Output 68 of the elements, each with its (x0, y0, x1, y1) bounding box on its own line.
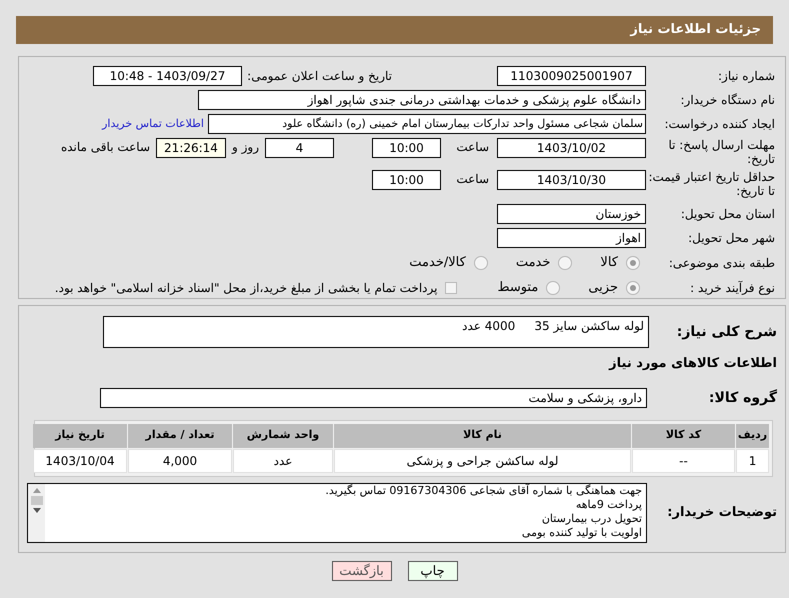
table-cell: 1403/10/04 (33, 448, 127, 472)
field-label: گروه کالا: (708, 390, 777, 404)
description-field: لوله ساکشن سایز 35 4000 عدد (103, 316, 649, 348)
radio-button[interactable] (546, 280, 560, 295)
radio-label: کالا/خدمت (409, 254, 466, 272)
scroll-down-icon[interactable] (32, 508, 40, 512)
column-header: ردیف (736, 424, 769, 448)
scrollbar[interactable] (28, 484, 45, 542)
table-cell: 4,000 (128, 448, 232, 472)
note-line: جهت هماهنگی با شماره آقای شجاعی 09167304306 تماس بگیرید. (324, 484, 642, 498)
table-cell: 1 (736, 448, 769, 472)
requester-field: سلمان شجاعی مسئول واحد تدارکات بیمارستان امام خمینی (ره) دانشگاه علود (208, 114, 646, 134)
radio-button[interactable] (626, 280, 640, 295)
radio-button[interactable] (474, 256, 488, 270)
table-cell: لوله ساکشن جراحی و پزشکی (334, 448, 631, 472)
field-label: ساعت باقی مانده (60, 140, 150, 154)
field-label: تاریخ و ساعت اعلان عمومی: (246, 69, 392, 83)
field-label: حداقل تاریخ اعتبار قیمت: تا تاریخ: (647, 170, 775, 198)
announce-date-field: 1403/09/27 - 10:48 (93, 66, 242, 86)
deadline-time-field: 10:00 (372, 138, 441, 158)
radio-label: کالا (600, 254, 618, 272)
checkbox-label: پرداخت تمام یا بخشی از مبلغ خرید،از محل "اسناد خزانه اسلامی" خواهد بود. (54, 280, 438, 297)
column-header: تعداد / مقدار (128, 424, 232, 448)
column-header: تاریخ نیاز (33, 424, 127, 448)
field-label: ایجاد کننده درخواست: (663, 117, 775, 131)
validity-date-field: 1403/10/30 (497, 170, 646, 190)
field-label: مهلت ارسال پاسخ: تا تاریخ: (667, 138, 775, 166)
radio-label: خدمت (516, 254, 550, 272)
note-line: تحویل درب بیمارستان (540, 512, 642, 526)
days-field: 4 (265, 138, 334, 158)
field-label: شماره نیاز: (717, 69, 775, 83)
radio-label: متوسط (497, 278, 538, 297)
deadline-date-field: 1403/10/02 (497, 138, 646, 158)
note-line: اولویت با تولید کننده بومی (520, 526, 642, 540)
scroll-thumb[interactable] (30, 496, 42, 504)
field-label: طبقه بندی موضوعی: (668, 256, 775, 270)
validity-time-field: 10:00 (372, 170, 441, 190)
table-cell: -- (632, 448, 735, 472)
radio-label: جزیی (588, 278, 618, 297)
buyer-org-field: دانشگاه علوم پزشکی و خدمات بهداشتی درمانی جندی شاپور اهواز (198, 90, 646, 110)
column-header: کد کالا (632, 424, 735, 448)
field-label: توضیحات خریدار: (666, 506, 777, 520)
field-label: روز و (232, 140, 259, 154)
field-label: نوع فرآیند خرید : (689, 280, 775, 295)
print-button[interactable]: چاپ (408, 561, 458, 581)
field-label: شرح کلی نیاز: (676, 325, 777, 339)
field-label: استان محل تحویل: (680, 207, 775, 222)
city-field: اهواز (497, 228, 646, 248)
column-header: واحد شمارش (233, 424, 333, 448)
need-number-field: 1103009025001907 (497, 66, 646, 86)
scroll-up-icon[interactable] (32, 488, 40, 492)
province-field: خوزستان (497, 204, 646, 224)
field-label: شهر محل تحویل: (687, 231, 775, 246)
contact-link[interactable]: اطلاعات تماس خریدار (102, 116, 204, 132)
field-label: ساعت (455, 140, 489, 154)
goods-group-field: دارو، پزشکی و سلامت (100, 388, 647, 408)
table-cell: عدد (233, 448, 333, 472)
note-line: پرداخت 9ماهه (574, 498, 642, 512)
page-header: جزئیات اطلاعات نیاز (16, 16, 773, 44)
radio-button[interactable] (558, 256, 572, 270)
section-heading: اطلاعات کالاهای مورد نیاز (608, 355, 777, 373)
radio-button[interactable] (626, 256, 640, 270)
remaining-time-field: 21:26:14 (156, 138, 226, 158)
back-button[interactable]: بازگشت (332, 561, 392, 581)
column-header: نام کالا (334, 424, 631, 448)
field-label: نام دستگاه خریدار: (680, 93, 775, 107)
checkbox[interactable] (445, 282, 458, 294)
field-label: ساعت (455, 172, 489, 186)
